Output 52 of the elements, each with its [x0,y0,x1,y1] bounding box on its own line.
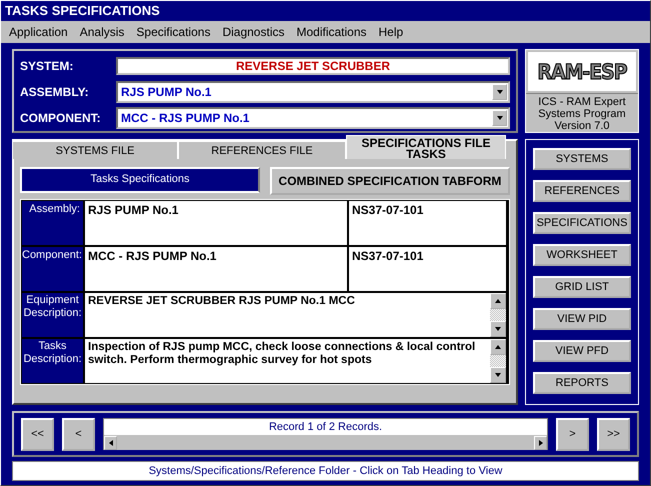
assembly-dropdown[interactable]: RJS PUMP No.1 [116,81,510,103]
nav-button[interactable]: WORKSHEET [533,244,631,266]
nav-button[interactable]: GRID LIST [533,276,631,298]
nav-button[interactable]: VIEW PID [533,308,631,330]
code-field[interactable]: NS37-07-101 [348,200,507,246]
description-field[interactable]: REVERSE JET SCRUBBER RJS PUMP No.1 MCC [84,292,507,338]
tab[interactable]: SPECIFICATIONS FILE TASKS [346,135,506,159]
dropdown-arrow-icon [496,114,504,122]
nav-button[interactable]: SYSTEMS [533,148,631,170]
combined-tabform-button[interactable]: COMBINED SPECIFICATION TABFORM [270,167,510,195]
description-field[interactable]: Inspection of RJS pump MCC, check loose connections & local control switch. Perform thermographic survey for hot spots [84,338,507,384]
value-field[interactable]: RJS PUMP No.1 [84,200,348,246]
menu-item[interactable]: Specifications [136,25,210,39]
system-field[interactable]: REVERSE JET SCRUBBER [116,57,510,75]
next-record-button[interactable]: > [556,418,589,450]
field-label: SYSTEM: [20,59,74,73]
menu-item[interactable]: Help [378,25,404,39]
record-scrollbar[interactable] [104,435,547,450]
logo: RAM-ESP [528,52,636,91]
field-label: COMPONENT: [20,111,102,125]
nav-button[interactable]: VIEW PFD [533,340,631,362]
menu-item[interactable]: Modifications [296,25,367,39]
program-caption: ICS - RAM Expert Systems Program Version 7.0 [526,93,638,132]
menu-item[interactable]: Analysis [80,25,124,39]
dropdown-arrow-icon [496,88,504,96]
nav-button[interactable]: SPECIFICATIONS [533,212,631,234]
previous-record-button[interactable]: < [62,418,95,450]
menu-item[interactable]: Application [9,25,68,39]
row-label: Assembly: [21,200,84,246]
record-counter: Record 1 of 2 Records. [268,420,384,435]
tab[interactable]: SYSTEMS FILE [12,141,178,159]
code-field[interactable]: NS37-07-101 [348,246,507,292]
last-record-button[interactable]: >> [597,418,630,450]
component-dropdown[interactable]: MCC - RJS PUMP No.1 [116,107,510,129]
scroll-down-icon [494,325,502,333]
row-label: Equipment Description: [21,292,84,338]
scroll-right-icon [536,439,544,447]
nav-button[interactable]: REFERENCES [533,180,631,202]
value-field[interactable]: MCC - RJS PUMP No.1 [84,246,348,292]
status-bar: Systems/Specifications/Reference Folder - Click on Tab Heading to View [12,461,639,481]
scroll-up-icon [494,343,502,351]
row-label: Tasks Description: [21,338,84,384]
scroll-down-icon [494,371,502,379]
nav-button[interactable]: REPORTS [533,372,631,394]
menu-item[interactable]: Diagnostics [222,25,284,39]
first-record-button[interactable]: << [21,418,54,450]
scroll-up-icon [494,297,502,305]
field-label: ASSEMBLY: [20,85,90,99]
tab[interactable]: REFERENCES FILE [178,141,346,159]
section-heading: Tasks Specifications [20,167,260,193]
row-label: Component: [21,246,84,292]
scroll-left-icon [106,439,114,447]
